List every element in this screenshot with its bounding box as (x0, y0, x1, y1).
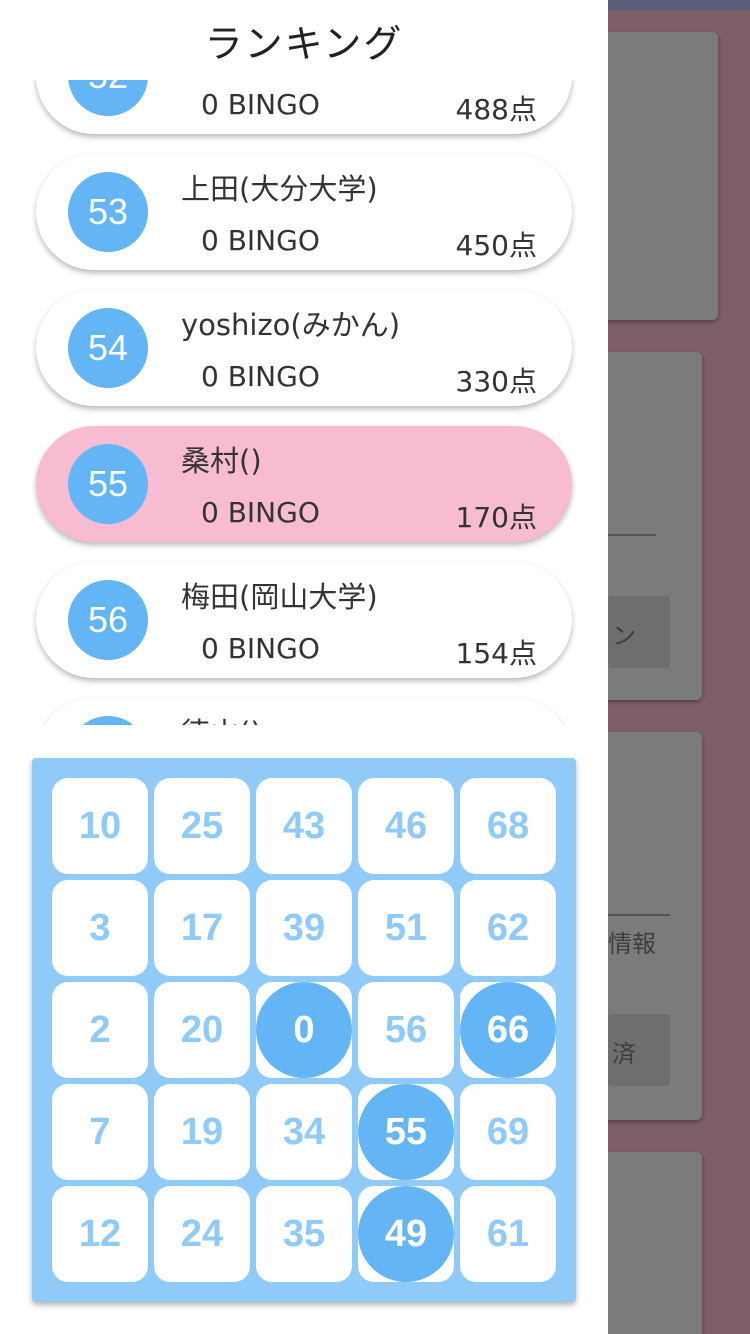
bingo-cell[interactable]: 43 (256, 778, 352, 874)
score: 170点 (455, 501, 537, 534)
bingo-number: 43 (282, 804, 326, 847)
drawer-title: ランキング (0, 0, 608, 80)
ranking-item[interactable]: 53 上田(大分大学) 0 BINGO 450点 (36, 154, 572, 270)
bingo-number: 56 (384, 1008, 428, 1051)
ranking-list[interactable]: 52 0 BINGO 488点 53 上田(大分大学) 0 BINGO 450点… (0, 80, 608, 725)
background-button: 済 (608, 1014, 670, 1086)
background-button-label: ン (612, 622, 636, 650)
score: 154点 (455, 637, 537, 670)
ranking-item-current-user[interactable]: 55 桑村() 0 BINGO 170点 (36, 426, 572, 542)
bingo-cell[interactable]: 68 (460, 778, 556, 874)
ranking-drawer: ランキング 52 0 BINGO 488点 53 上田(大分大学) 0 BING… (0, 0, 608, 1334)
bingo-number: 46 (384, 804, 428, 847)
ranking-item[interactable]: 56 梅田(岡山大学) 0 BINGO 154点 (36, 562, 572, 678)
bingo-cell[interactable]: 17 (154, 880, 250, 976)
bingo-count: 0 BINGO (201, 632, 320, 665)
bingo-number: 3 (89, 906, 111, 949)
bingo-number: 62 (486, 906, 530, 949)
background-card-4 (598, 1152, 702, 1334)
background-input-underline (608, 914, 670, 916)
bingo-board: 10 25 43 46 68 3 17 39 51 62 2 20 0 56 6… (32, 758, 576, 1302)
player-name: 上田(大分大学) (181, 172, 378, 206)
bingo-number: 10 (78, 804, 122, 847)
bingo-number: 7 (89, 1110, 111, 1153)
bingo-count: 0 BINGO (201, 496, 320, 529)
bingo-number: 68 (486, 804, 530, 847)
bingo-cell-marked[interactable]: 0 (256, 982, 352, 1078)
background-info-label: 情報 (608, 930, 656, 958)
player-name: 桑村() (181, 444, 262, 478)
score: 330点 (455, 365, 537, 398)
player-name: 徳山() (181, 710, 262, 725)
bingo-number: 20 (180, 1008, 224, 1051)
bingo-cell-marked[interactable]: 55 (358, 1084, 454, 1180)
rank-badge: 53 (68, 172, 148, 252)
bingo-cell[interactable]: 3 (52, 880, 148, 976)
bingo-cell[interactable]: 19 (154, 1084, 250, 1180)
bingo-cell[interactable]: 34 (256, 1084, 352, 1180)
bingo-number: 39 (282, 906, 326, 949)
bingo-cell[interactable]: 69 (460, 1084, 556, 1180)
bingo-cell[interactable]: 10 (52, 778, 148, 874)
bingo-cell[interactable]: 25 (154, 778, 250, 874)
ranking-item[interactable]: 52 0 BINGO 488点 (36, 80, 572, 134)
bingo-number: 2 (89, 1008, 111, 1051)
bingo-cell[interactable]: 51 (358, 880, 454, 976)
bingo-cell[interactable]: 20 (154, 982, 250, 1078)
bingo-cell[interactable]: 12 (52, 1186, 148, 1282)
background-card-3: 情報 済 (598, 732, 702, 1120)
bingo-cell[interactable]: 39 (256, 880, 352, 976)
player-name: yoshizo(みかん) (181, 308, 401, 342)
bingo-number: 61 (486, 1212, 530, 1255)
bingo-number: 55 (384, 1110, 428, 1153)
score: 488点 (455, 93, 537, 126)
bingo-count: 0 BINGO (201, 88, 320, 121)
background-button: ン (608, 596, 670, 668)
background-card-2: ン (598, 352, 702, 700)
rank-badge: 54 (68, 308, 148, 388)
bingo-cell[interactable]: 61 (460, 1186, 556, 1282)
rank-badge: 57 (68, 716, 148, 725)
bingo-number: 19 (180, 1110, 224, 1153)
ranking-item[interactable]: 57 徳山() (36, 698, 572, 725)
bingo-number: 12 (78, 1212, 122, 1255)
bingo-count: 0 BINGO (201, 360, 320, 393)
bingo-cell[interactable]: 7 (52, 1084, 148, 1180)
bingo-cell[interactable]: 62 (460, 880, 556, 976)
background-input-underline (608, 534, 656, 536)
bingo-cell-marked[interactable]: 66 (460, 982, 556, 1078)
bingo-number: 17 (180, 906, 224, 949)
rank-badge: 56 (68, 580, 148, 660)
ranking-item[interactable]: 54 yoshizo(みかん) 0 BINGO 330点 (36, 290, 572, 406)
bingo-cell[interactable]: 46 (358, 778, 454, 874)
rank-badge: 52 (68, 80, 148, 116)
bingo-number: 66 (486, 1008, 530, 1051)
rank-badge: 55 (68, 444, 148, 524)
bingo-count: 0 BINGO (201, 224, 320, 257)
bingo-cell[interactable]: 56 (358, 982, 454, 1078)
bingo-number: 49 (384, 1212, 428, 1255)
bingo-number: 24 (180, 1212, 224, 1255)
bingo-cell-marked[interactable]: 49 (358, 1186, 454, 1282)
score: 450点 (455, 229, 537, 262)
bingo-cell[interactable]: 24 (154, 1186, 250, 1282)
bingo-number: 69 (486, 1110, 530, 1153)
bingo-cell[interactable]: 35 (256, 1186, 352, 1282)
player-name: 梅田(岡山大学) (181, 580, 378, 614)
bingo-number: 25 (180, 804, 224, 847)
bingo-cell[interactable]: 2 (52, 982, 148, 1078)
bingo-number: 35 (282, 1212, 326, 1255)
bingo-number: 51 (384, 906, 428, 949)
background-button-label: 済 (612, 1040, 636, 1068)
background-card-1 (598, 32, 718, 320)
bingo-number: 34 (282, 1110, 326, 1153)
bingo-number: 0 (293, 1008, 315, 1051)
